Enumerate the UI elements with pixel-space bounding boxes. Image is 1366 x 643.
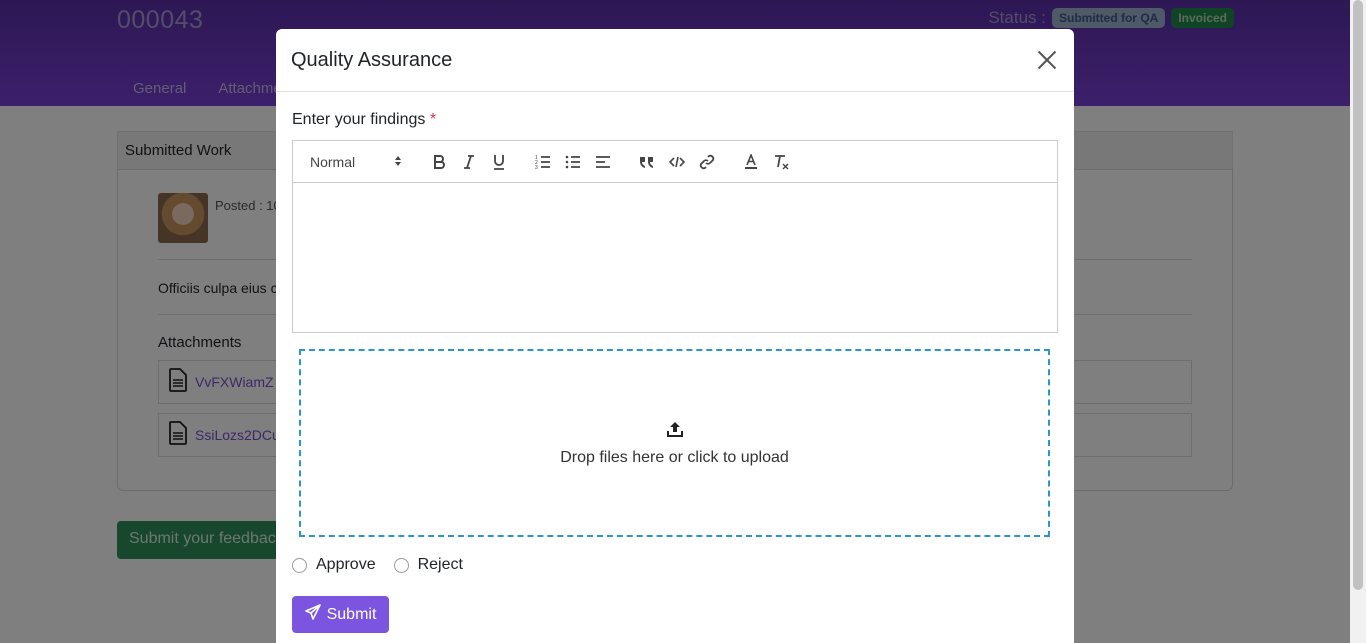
approve-radio[interactable] <box>292 557 307 573</box>
submit-button[interactable]: Submit <box>292 596 389 633</box>
blockquote-icon[interactable] <box>632 150 662 174</box>
reject-label: Reject <box>417 556 463 573</box>
clear-format-icon[interactable] <box>766 150 796 174</box>
send-icon <box>304 604 321 625</box>
modal-title: Quality Assurance <box>291 48 453 71</box>
findings-label-text: Enter your findings <box>292 111 426 128</box>
editor-toolbar: Normal 123 <box>293 141 1057 183</box>
required-mark: * <box>429 111 437 128</box>
dropzone-text: Drop files here or click to upload <box>560 448 789 466</box>
align-icon[interactable] <box>588 150 618 174</box>
ordered-list-icon[interactable]: 123 <box>528 150 558 174</box>
code-icon[interactable] <box>662 150 692 174</box>
format-select[interactable]: Normal <box>310 154 402 170</box>
reject-radio[interactable] <box>393 557 409 573</box>
findings-label: Enter your findings * <box>292 111 436 129</box>
reject-option[interactable]: Reject <box>393 556 463 574</box>
italic-icon[interactable] <box>454 150 484 174</box>
underline-icon[interactable] <box>484 150 514 174</box>
scrollbar-thumb[interactable] <box>1353 0 1363 590</box>
text-color-icon[interactable] <box>736 150 766 174</box>
modal-header: Quality Assurance <box>276 29 1074 92</box>
findings-editor-input[interactable] <box>293 183 1057 333</box>
select-arrows-icon <box>394 154 402 170</box>
file-dropzone[interactable]: Drop files here or click to upload <box>299 349 1050 537</box>
approve-label: Approve <box>316 556 376 573</box>
link-icon[interactable] <box>692 150 722 174</box>
quality-assurance-modal: Quality Assurance Enter your findings * … <box>276 29 1074 643</box>
svg-text:3: 3 <box>535 165 538 170</box>
approve-option[interactable]: Approve <box>292 556 376 574</box>
format-select-value: Normal <box>310 153 356 170</box>
upload-icon <box>666 420 684 443</box>
bullet-list-icon[interactable] <box>558 150 588 174</box>
close-icon[interactable] <box>1035 48 1059 72</box>
qa-decision-radios: Approve Reject <box>292 556 471 574</box>
scrollbar[interactable] <box>1350 0 1366 643</box>
submit-label: Submit <box>326 605 377 623</box>
rich-text-editor: Normal 123 <box>292 140 1058 333</box>
bold-icon[interactable] <box>424 150 454 174</box>
